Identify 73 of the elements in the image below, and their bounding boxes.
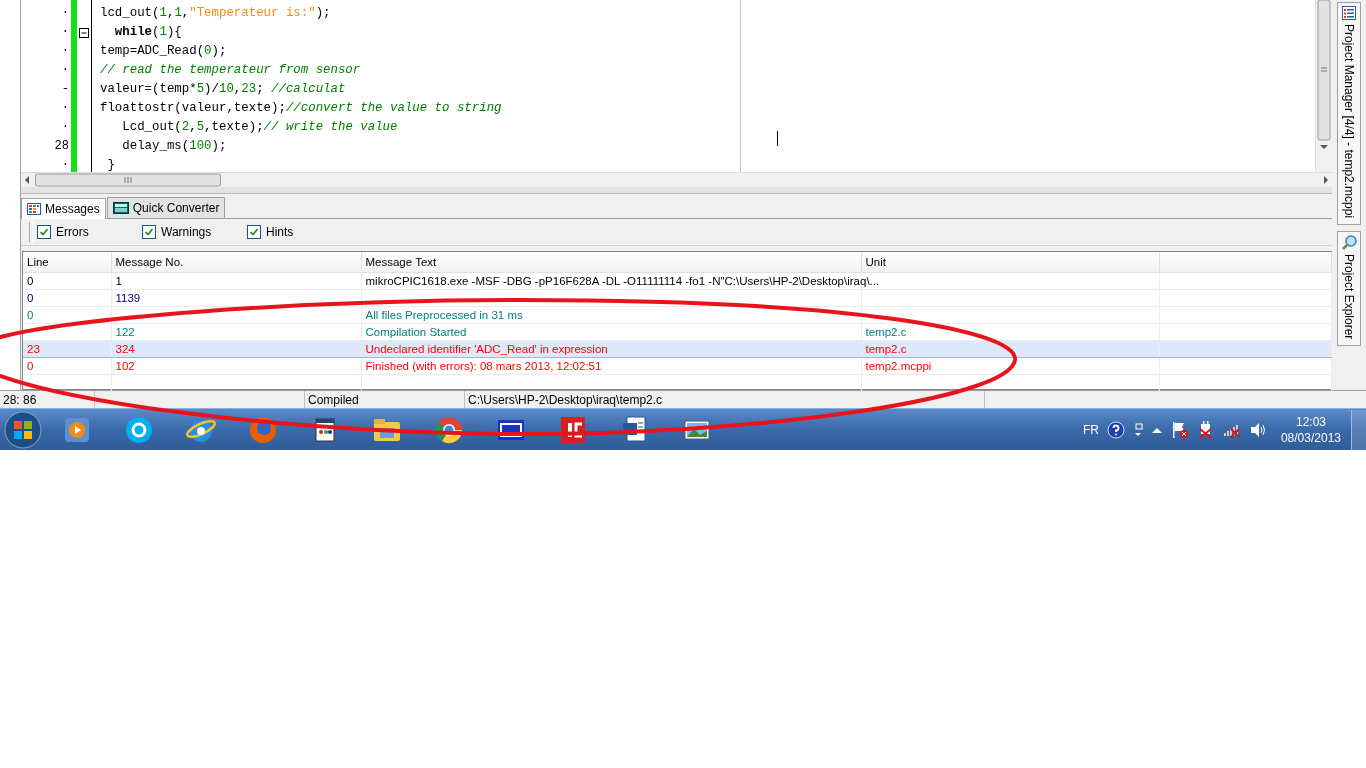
line-number: · (60, 5, 69, 22)
code-line: lcd_out(1,1,"Temperateur is:"); (100, 5, 332, 22)
column-header[interactable]: Message Text (361, 252, 861, 273)
restore-icon[interactable] (1132, 422, 1143, 437)
table-cell: Undeclared identifier 'ADC_Read' in expression (365, 343, 608, 355)
table-cell: 0 (27, 309, 34, 321)
fold-toggle-icon[interactable] (79, 27, 89, 38)
line-number: · (60, 119, 69, 136)
table-cell: 1 (115, 275, 122, 287)
scrollbar-thumb[interactable] (35, 173, 222, 187)
column-header[interactable]: Line (23, 252, 111, 273)
message-row[interactable]: 0 1139 (23, 289, 1331, 307)
checkbox[interactable] (247, 225, 261, 240)
status-text: Compiled (308, 393, 359, 407)
table-cell: 0 (27, 275, 34, 287)
line-number: · (60, 157, 69, 174)
table-cell: 1139 (115, 292, 141, 304)
message-row[interactable]: 0 1 mikroCPIC1618.exe -MSF -DBG -pP16F628A -DL -O11111114 -fo1 -N"C:\Users\HP-2\Desktop\iraq\... (23, 272, 1331, 290)
table-cell: 324 (115, 343, 135, 355)
status-text: 28: 86 (3, 393, 37, 407)
line-number: - (60, 81, 69, 98)
calculator-icon (112, 202, 129, 215)
table-cell: temp2.c (865, 343, 907, 355)
code-line: while(1){ (113, 24, 183, 41)
flag-icon[interactable] (1170, 420, 1189, 439)
message-row[interactable]: 0 102 Finished (with errors): 08 mars 2013, 12:02:51 temp2.mcppi (23, 357, 1331, 375)
column-header[interactable]: Unit (861, 252, 1159, 273)
code-line: // read the temperateur from sensor (100, 62, 362, 79)
scrollbar-thumb[interactable] (1317, 0, 1331, 142)
language-indicator[interactable]: FR (1082, 422, 1099, 437)
checkbox[interactable] (37, 225, 51, 240)
side-tab[interactable]: Project Explorer (1337, 231, 1361, 347)
magnifier-icon (1341, 235, 1357, 251)
code-line: delay_ms(100); (121, 138, 228, 155)
code-line: temp=ADC_Read(0); (100, 43, 228, 60)
panel-tab[interactable]: Messages (21, 197, 106, 220)
help-icon[interactable] (1106, 420, 1125, 439)
line-number: · (60, 24, 69, 41)
table-cell: 0 (27, 360, 34, 372)
table-cell: 122 (115, 326, 135, 338)
message-row[interactable]: 0 All files Preprocessed in 31 ms (23, 306, 1331, 324)
code-line: Lcd_out(2,5,texte);// write the value (121, 119, 399, 136)
line-number: · (60, 43, 69, 60)
code-line: floattostr(valeur,texte);//convert the value to string (100, 100, 503, 117)
clock[interactable]: 12:03 08/03/2013 (1280, 413, 1341, 446)
line-number: · (60, 62, 69, 79)
column-header[interactable]: Message No. (111, 252, 361, 273)
checkbox-label: Warnings (161, 225, 212, 240)
text-cursor (777, 131, 778, 146)
table-cell: temp2.c (865, 326, 907, 338)
table-cell: 0 (27, 292, 34, 304)
list-icon (1342, 6, 1356, 20)
side-tab[interactable]: Project Manager [4/4] - temp2.mcppi (1337, 2, 1361, 226)
code-line: valeur=(temp*5)/10,23; //calculat (100, 81, 347, 98)
line-number: 28 (53, 138, 69, 155)
checkbox-label: Errors (56, 225, 89, 240)
table-cell: All files Preprocessed in 31 ms (365, 309, 523, 321)
line-number: · (60, 100, 69, 117)
message-row[interactable]: 122 Compilation Started temp2.c (23, 323, 1331, 341)
checkbox[interactable] (142, 225, 156, 240)
table-cell: Finished (with errors): 08 mars 2013, 12:02:51 (365, 360, 602, 372)
table-cell: temp2.mcppi (865, 360, 932, 372)
panel-tab[interactable]: Quick Converter (106, 196, 226, 219)
scroll-down-arrow-icon[interactable] (1318, 142, 1330, 152)
grid-icon (27, 203, 41, 216)
status-text: C:\Users\HP-2\Desktop\iraq\temp2.c (468, 393, 663, 407)
table-cell: mikroCPIC1618.exe -MSF -DBG -pP16F628A -DL -O11111114 -fo1 -N"C:\Users\HP-2\Desktop\iraq\... (365, 275, 880, 287)
table-cell: Compilation Started (365, 326, 467, 338)
table-cell: 23 (27, 343, 40, 355)
code-line: } (106, 157, 116, 174)
checkbox-label: Hints (266, 225, 294, 240)
table-cell: 102 (115, 360, 135, 372)
start-button[interactable] (4, 410, 42, 449)
